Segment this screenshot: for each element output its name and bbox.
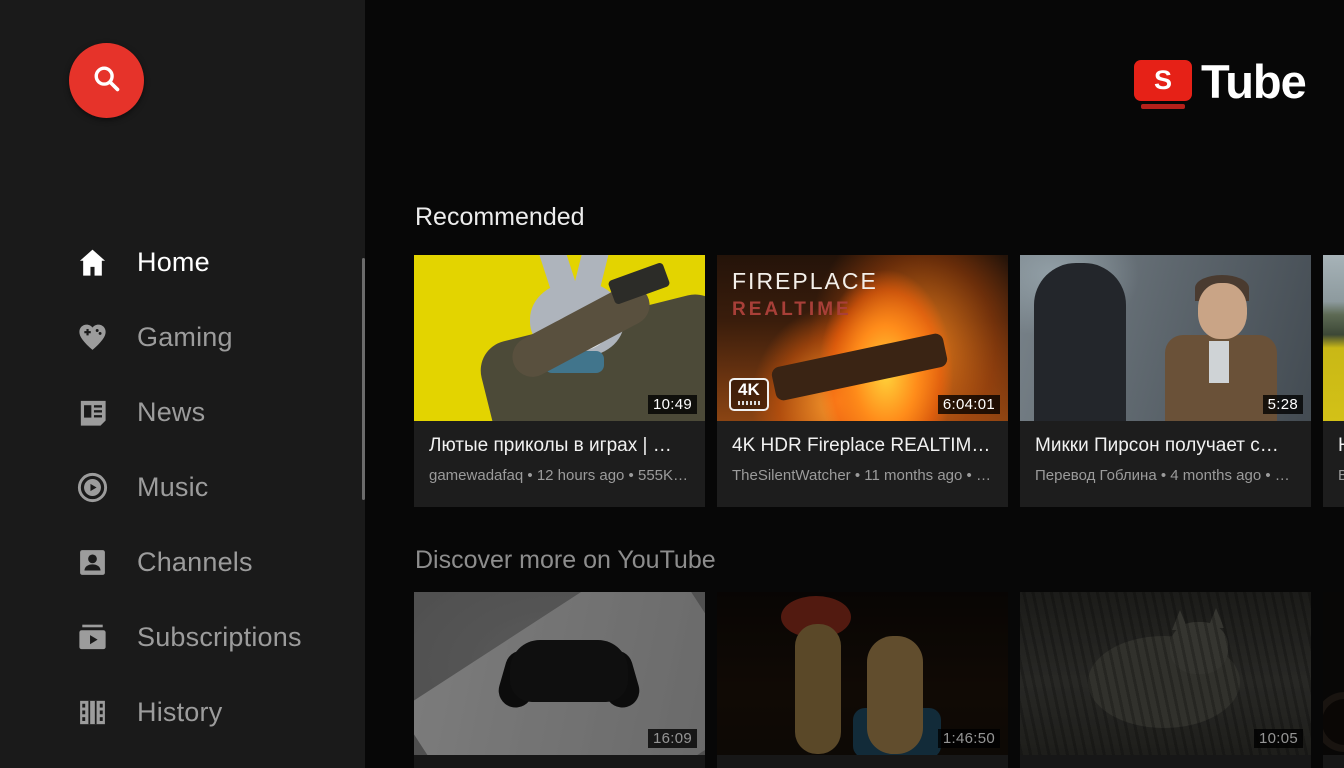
gaming-icon <box>75 320 110 355</box>
video-meta: Перевод Гоблина • 4 months ago • … <box>1035 467 1296 484</box>
video-card-partial[interactable]: Н В <box>1323 255 1344 507</box>
search-button[interactable] <box>69 43 144 118</box>
video-title: Н <box>1338 435 1344 457</box>
video-card[interactable]: 16:09 <box>414 592 705 768</box>
video-row-discover: 16:09 1:46:50 10:05 <box>414 592 1344 768</box>
video-info <box>717 755 1008 768</box>
music-icon <box>75 470 110 505</box>
duration-badge: 10:49 <box>648 395 697 414</box>
thumbnail: FIREPLACE REALTIME 4K 6:04:01 <box>717 255 1008 421</box>
video-card[interactable]: 10:49 Лютые приколы в играх | … gamewada… <box>414 255 705 507</box>
sidebar-item-label: Channels <box>137 547 253 578</box>
home-icon <box>75 245 110 280</box>
sidebar-item-channels[interactable]: Channels <box>0 525 365 600</box>
logo-tv-icon: S <box>1134 60 1192 109</box>
logo-tv-stand <box>1141 104 1185 109</box>
sidebar-item-history[interactable]: History <box>0 675 365 750</box>
video-info <box>1020 755 1311 768</box>
video-info: 4K HDR Fireplace REALTIM… TheSilentWatch… <box>717 421 1008 507</box>
duration-badge: 5:28 <box>1263 395 1303 414</box>
video-meta: В <box>1338 467 1344 484</box>
section-title-recommended: Recommended <box>415 203 585 232</box>
sidebar-item-subscriptions[interactable]: Subscriptions <box>0 600 365 675</box>
sidebar-item-news[interactable]: News <box>0 375 365 450</box>
video-title: Лютые приколы в играх | … <box>429 435 690 457</box>
channels-icon <box>75 545 110 580</box>
thumbnail: 5:28 <box>1020 255 1311 421</box>
logo-text: Tube <box>1201 60 1306 104</box>
video-row-recommended: 10:49 Лютые приколы в играх | … gamewada… <box>414 255 1344 507</box>
video-info: Н В <box>1323 421 1344 507</box>
thumbnail-overlay-subtext: REALTIME <box>732 299 852 321</box>
logo-badge-letter: S <box>1154 67 1172 94</box>
sidebar: Home Gaming <box>0 0 365 768</box>
video-card[interactable]: FIREPLACE REALTIME 4K 6:04:01 4K HDR Fir… <box>717 255 1008 507</box>
sidebar-scrollbar[interactable] <box>362 258 365 500</box>
sidebar-item-label: History <box>137 697 222 728</box>
thumbnail: 10:49 <box>414 255 705 421</box>
thumbnail: 16:09 <box>414 592 705 755</box>
video-info: Лютые приколы в играх | … gamewadafaq • … <box>414 421 705 507</box>
sidebar-menu: Home Gaming <box>0 225 365 750</box>
video-card[interactable]: 5:28 Микки Пирсон получает с… Перевод Го… <box>1020 255 1311 507</box>
section-title-discover: Discover more on YouTube <box>415 546 716 575</box>
video-info <box>414 755 705 768</box>
sidebar-item-gaming[interactable]: Gaming <box>0 300 365 375</box>
thumbnail-overlay-text: FIREPLACE <box>732 268 878 295</box>
subscriptions-icon <box>75 620 110 655</box>
history-icon <box>75 695 110 730</box>
thumbnail: 10:05 <box>1020 592 1311 755</box>
youtube-tv-app: Home Gaming <box>0 0 1344 768</box>
video-card[interactable]: 1:46:50 <box>717 592 1008 768</box>
video-meta: gamewadafaq • 12 hours ago • 555K… <box>429 467 690 484</box>
sidebar-item-home[interactable]: Home <box>0 225 365 300</box>
thumbnail <box>1323 592 1344 755</box>
video-title: 4K HDR Fireplace REALTIM… <box>732 435 993 457</box>
video-title: Микки Пирсон получает с… <box>1035 435 1296 457</box>
sidebar-item-label: News <box>137 397 205 428</box>
video-meta: TheSilentWatcher • 11 months ago • … <box>732 467 993 484</box>
sidebar-item-label: Gaming <box>137 322 233 353</box>
search-icon <box>90 62 124 99</box>
duration-badge: 6:04:01 <box>938 395 1000 414</box>
4k-badge: 4K <box>729 378 769 411</box>
app-logo: S Tube <box>1134 60 1306 109</box>
sidebar-item-music[interactable]: Music <box>0 450 365 525</box>
sidebar-item-label: Music <box>137 472 209 503</box>
thumbnail <box>1323 255 1344 421</box>
sidebar-item-label: Subscriptions <box>137 622 302 653</box>
news-icon <box>75 395 110 430</box>
video-info <box>1323 755 1344 768</box>
video-card-partial[interactable] <box>1323 592 1344 768</box>
video-card[interactable]: 10:05 <box>1020 592 1311 768</box>
video-info: Микки Пирсон получает с… Перевод Гоблина… <box>1020 421 1311 507</box>
sidebar-item-label: Home <box>137 247 210 278</box>
thumbnail: 1:46:50 <box>717 592 1008 755</box>
